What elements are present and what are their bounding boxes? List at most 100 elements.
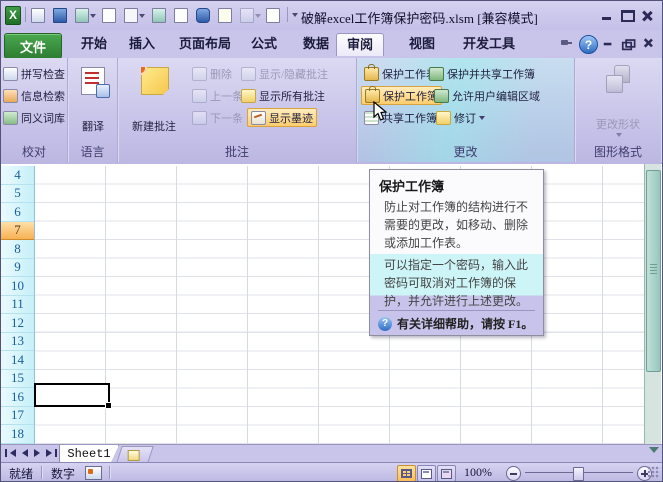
scroll-down-icon[interactable]	[649, 447, 659, 453]
insert-cells-icon[interactable]	[123, 7, 139, 23]
first-sheet-icon[interactable]	[10, 449, 16, 457]
table-icon[interactable]	[173, 7, 189, 23]
close-button[interactable]	[640, 10, 654, 21]
qat-separator	[287, 7, 288, 22]
row-header[interactable]: 8	[1, 240, 34, 259]
last-sheet-icon[interactable]	[55, 449, 57, 457]
tab-formulas[interactable]: 公式	[241, 33, 287, 55]
delete-comment-icon	[192, 67, 207, 81]
protect-sheet-button[interactable]: 保护工作表	[364, 65, 437, 83]
row-header[interactable]: 5	[1, 185, 34, 204]
tab-review[interactable]: 审阅	[336, 33, 384, 56]
zoom-out-icon[interactable]	[506, 466, 521, 481]
change-shape-button[interactable]: 更改形状	[592, 61, 644, 143]
sheet-nav-buttons	[5, 449, 57, 457]
row-header[interactable]: 9	[1, 259, 34, 278]
allow-edit-ranges-icon	[434, 89, 449, 103]
row-header-selected[interactable]: 7	[1, 222, 34, 241]
new-document-icon[interactable]	[101, 7, 117, 23]
undo-icon[interactable]	[239, 7, 255, 23]
pin-ribbon-icon[interactable]	[559, 38, 573, 50]
sheet-tab-sheet1[interactable]: Sheet1	[59, 445, 119, 463]
tab-home[interactable]: 开始	[71, 33, 117, 55]
row-header[interactable]: 12	[1, 314, 34, 333]
tab-file[interactable]: 文件	[4, 33, 62, 59]
new-comment-button[interactable]: 新建批注	[128, 61, 180, 143]
excel-logo-icon	[5, 7, 21, 23]
undo-dropdown-icon[interactable]	[255, 14, 261, 18]
row-header[interactable]: 6	[1, 203, 34, 222]
page-break-view-button[interactable]	[437, 465, 456, 482]
cell-area[interactable]	[35, 166, 645, 444]
show-all-comments-button[interactable]: 显示所有批注	[241, 87, 325, 105]
previous-sheet-icon[interactable]	[22, 449, 28, 457]
thesaurus-icon	[3, 111, 18, 125]
row-header[interactable]: 14	[1, 351, 34, 370]
vertical-scrollbar[interactable]	[644, 164, 661, 461]
custom-sort-icon[interactable]	[265, 7, 281, 23]
last-sheet-icon[interactable]	[46, 449, 52, 457]
print-preview-icon[interactable]	[217, 7, 233, 23]
new-comment-icon	[141, 67, 169, 95]
show-hide-comment-button[interactable]: 显示/隐藏批注	[241, 65, 328, 83]
row-header[interactable]: 15	[1, 370, 34, 389]
spelling-button[interactable]: 拼写检查	[3, 65, 65, 83]
maximize-button[interactable]	[621, 10, 635, 22]
window-title: 破解excel工作簿保护密码.xlsm [兼容模式]	[301, 8, 538, 27]
minimize-button[interactable]	[600, 10, 614, 21]
tab-data[interactable]: 数据	[293, 33, 339, 55]
redo-dropdown-icon[interactable]	[90, 14, 96, 18]
row-header[interactable]: 11	[1, 296, 34, 315]
next-sheet-icon[interactable]	[34, 449, 40, 457]
row-header[interactable]: 4	[1, 166, 34, 185]
spelling-icon	[3, 67, 18, 81]
qat-menu-icon[interactable]	[292, 13, 298, 17]
group-label-shape-format: 图形格式	[575, 143, 661, 160]
translate-button[interactable]: 翻译	[67, 61, 119, 143]
tab-page-layout[interactable]: 页面布局	[169, 33, 241, 55]
workbook-restore-button[interactable]	[622, 42, 632, 51]
status-separator	[41, 466, 42, 479]
show-ink-button[interactable]: 显示墨迹	[247, 108, 317, 127]
track-changes-button[interactable]: 修订	[436, 109, 485, 127]
group-label-language: 语言	[68, 143, 117, 160]
window-resize-grip[interactable]	[647, 466, 660, 479]
workbook-minimize-button[interactable]	[602, 37, 614, 46]
zoom-level[interactable]: 100%	[464, 465, 492, 480]
tab-developer[interactable]: 开发工具	[453, 33, 525, 55]
page-layout-view-button[interactable]	[417, 465, 436, 482]
protect-and-share-workbook-button[interactable]: 保护并共享工作簿	[429, 65, 535, 83]
help-icon[interactable]	[579, 35, 598, 54]
macro-record-icon[interactable]	[85, 466, 102, 480]
group-proofing: 拼写检查 信息检索 同义词库 校对	[1, 58, 68, 162]
previous-comment-icon	[192, 89, 207, 103]
find-icon[interactable]	[195, 7, 211, 23]
workbook-close-button[interactable]	[642, 38, 654, 47]
status-bar: 就绪 数字 100%	[1, 462, 662, 482]
insert-worksheet-button[interactable]	[116, 446, 154, 463]
allow-edit-ranges-button[interactable]: 允许用户编辑区域	[434, 87, 540, 105]
previous-comment-button[interactable]: 上一条	[192, 87, 243, 105]
thesaurus-button[interactable]: 同义词库	[3, 109, 65, 127]
next-comment-button[interactable]: 下一条	[192, 109, 243, 127]
row-header[interactable]: 18	[1, 425, 34, 444]
redo-icon[interactable]	[74, 7, 90, 23]
research-button[interactable]: 信息检索	[3, 87, 65, 105]
insert-dropdown-icon[interactable]	[139, 14, 145, 18]
spreadsheet-grid: 4 5 6 7 8 9 10 11 12 13 14 15 16 17 18	[1, 164, 662, 444]
tab-view[interactable]: 视图	[399, 33, 445, 55]
vertical-scrollbar-thumb[interactable]	[646, 170, 661, 372]
zoom-slider-thumb[interactable]	[573, 467, 584, 481]
first-sheet-icon[interactable]	[5, 449, 7, 457]
active-cell[interactable]	[34, 383, 110, 407]
copies-icon[interactable]	[151, 7, 167, 23]
delete-comment-button[interactable]: 删除	[192, 65, 232, 83]
row-header[interactable]: 17	[1, 407, 34, 426]
tab-insert[interactable]: 插入	[119, 33, 165, 55]
row-header[interactable]: 13	[1, 333, 34, 352]
row-header[interactable]: 10	[1, 277, 34, 296]
normal-view-button[interactable]	[397, 465, 416, 482]
save-icon[interactable]	[52, 7, 68, 23]
calendar-123-icon[interactable]	[30, 7, 46, 23]
row-header[interactable]: 16	[1, 388, 34, 407]
